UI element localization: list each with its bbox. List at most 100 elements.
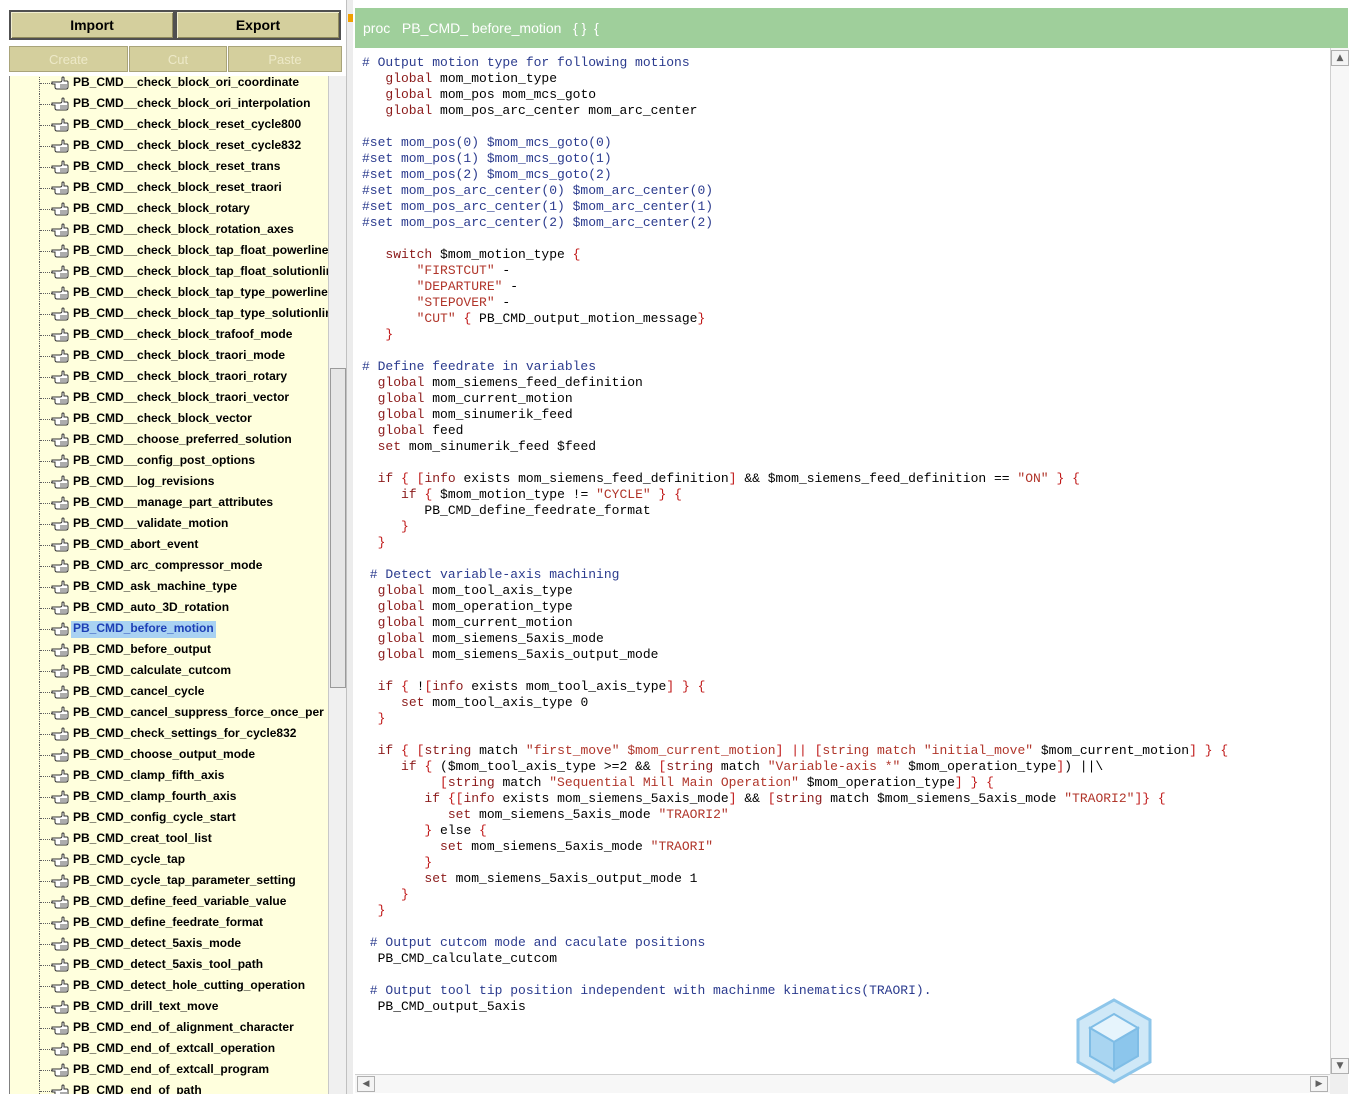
- tree-item[interactable]: PB_CMD__check_block_traori_mode: [10, 346, 329, 367]
- tree-item[interactable]: PB_CMD_end_of_path: [10, 1081, 329, 1094]
- tree-item[interactable]: PB_CMD_drill_text_move: [10, 997, 329, 1018]
- import-button[interactable]: Import: [9, 10, 175, 40]
- code-token: #set mom_pos_arc_center(2) $mom_arc_cent…: [362, 215, 714, 230]
- tree-item-label: PB_CMD__check_block_ori_coordinate: [73, 76, 300, 89]
- tree-item[interactable]: PB_CMD__check_block_ori_coordinate: [10, 76, 329, 94]
- panel-splitter[interactable]: [346, 0, 353, 1094]
- tree-item[interactable]: PB_CMD_auto_3D_rotation: [10, 598, 329, 619]
- editor-vertical-scrollbar[interactable]: ▲ ▼: [1330, 48, 1349, 1074]
- tree-item[interactable]: PB_CMD__check_block_trafoof_mode: [10, 325, 329, 346]
- tree-item[interactable]: PB_CMD_define_feed_variable_value: [10, 892, 329, 913]
- paste-button[interactable]: Paste: [228, 46, 342, 72]
- tree-item[interactable]: PB_CMD__check_block_reset_cycle832: [10, 136, 329, 157]
- code-token: # Detect variable-axis machining: [362, 567, 620, 582]
- tree-item[interactable]: PB_CMD_arc_compressor_mode: [10, 556, 329, 577]
- command-tree[interactable]: PB_CMD__check_block_ori_coordinate PB_CMD…: [9, 76, 329, 1094]
- tree-item[interactable]: PB_CMD__choose_preferred_solution: [10, 430, 329, 451]
- tree-item-label: PB_CMD_clamp_fourth_axis: [73, 789, 237, 803]
- tree-item[interactable]: PB_CMD_calculate_cutcom: [10, 661, 329, 682]
- tree-item[interactable]: PB_CMD__check_block_tap_float_powerline: [10, 241, 329, 262]
- pointing-hand-icon: [51, 958, 69, 972]
- code-line: global mom_sinumerik_feed: [362, 407, 1228, 423]
- code-token: "initial_move": [923, 743, 1034, 758]
- code-editor[interactable]: # Output motion type for following motio…: [355, 48, 1330, 1074]
- tree-item[interactable]: PB_CMD__manage_part_attributes: [10, 493, 329, 514]
- tree-item-label: PB_CMD__check_block_rotary: [73, 201, 250, 215]
- tree-item[interactable]: PB_CMD_detect_hole_cutting_operation: [10, 976, 329, 997]
- tree-item[interactable]: PB_CMD_config_cycle_start: [10, 808, 329, 829]
- code-token: && $mom_siemens_feed_definition ==: [736, 471, 1018, 486]
- tree-item[interactable]: PB_CMD_creat_tool_list: [10, 829, 329, 850]
- tree-item[interactable]: PB_CMD_choose_output_mode: [10, 745, 329, 766]
- tree-item[interactable]: PB_CMD_end_of_alignment_character: [10, 1018, 329, 1039]
- code-token: exists mom_siemens_feed_definition: [455, 471, 729, 486]
- pointing-hand-icon: [51, 979, 69, 993]
- tree-item[interactable]: PB_CMD_before_output: [10, 640, 329, 661]
- tree-item[interactable]: PB_CMD__check_block_tap_type_powerline: [10, 283, 329, 304]
- tree-item[interactable]: PB_CMD__check_block_vector: [10, 409, 329, 430]
- scroll-down-arrow-icon[interactable]: ▼: [1331, 1058, 1349, 1074]
- pointing-hand-icon: [51, 1063, 69, 1077]
- export-button[interactable]: Export: [175, 10, 341, 40]
- tree-item[interactable]: PB_CMD__check_block_tap_float_solutionli…: [10, 262, 329, 283]
- tree-item[interactable]: PB_CMD_before_motion: [10, 619, 329, 640]
- tree-item-label: PB_CMD_define_feed_variable_value: [73, 894, 287, 908]
- tree-item[interactable]: PB_CMD__check_block_traori_vector: [10, 388, 329, 409]
- tree-item[interactable]: PB_CMD__check_block_tap_type_solutionlin…: [10, 304, 329, 325]
- tree-item[interactable]: PB_CMD__check_block_traori_rotary: [10, 367, 329, 388]
- editor-horizontal-scrollbar[interactable]: ◀ ▶: [355, 1074, 1330, 1093]
- code-line: if {[info exists mom_siemens_5axis_mode]…: [362, 791, 1228, 807]
- code-line: [string match "Sequential Mill Main Oper…: [362, 775, 1228, 791]
- tree-item[interactable]: PB_CMD_end_of_extcall_operation: [10, 1039, 329, 1060]
- code-token: {: [1072, 471, 1080, 486]
- tree-item[interactable]: PB_CMD_end_of_extcall_program: [10, 1060, 329, 1081]
- tree-item[interactable]: PB_CMD__log_revisions: [10, 472, 329, 493]
- tree-item[interactable]: PB_CMD_ask_machine_type: [10, 577, 329, 598]
- tree-item[interactable]: PB_CMD_detect_5axis_mode: [10, 934, 329, 955]
- code-token: feed: [424, 423, 464, 438]
- tree-item[interactable]: PB_CMD__config_post_options: [10, 451, 329, 472]
- tree-item[interactable]: PB_CMD_define_feedrate_format: [10, 913, 329, 934]
- tree-item[interactable]: PB_CMD_detect_5axis_tool_path: [10, 955, 329, 976]
- tree-item[interactable]: PB_CMD__check_block_rotary: [10, 199, 329, 220]
- scroll-right-arrow-icon[interactable]: ▶: [1310, 1076, 1328, 1092]
- tree-item[interactable]: PB_CMD_abort_event: [10, 535, 329, 556]
- code-token: mom_siemens_5axis_output_mode: [424, 647, 659, 662]
- scroll-up-arrow-icon[interactable]: ▲: [1331, 50, 1349, 66]
- tree-item-label: PB_CMD__check_block_tap_type_solutionlin…: [73, 306, 329, 320]
- tree-item[interactable]: PB_CMD_clamp_fifth_axis: [10, 766, 329, 787]
- tree-item[interactable]: PB_CMD__check_block_rotation_axes: [10, 220, 329, 241]
- pointing-hand-icon: [51, 811, 69, 825]
- tree-item[interactable]: PB_CMD__check_block_reset_cycle800: [10, 115, 329, 136]
- pointing-hand-icon: [51, 622, 69, 636]
- tree-item[interactable]: PB_CMD_check_settings_for_cycle832: [10, 724, 329, 745]
- tree-item[interactable]: PB_CMD_cancel_cycle: [10, 682, 329, 703]
- code-token: mom_motion_type: [432, 71, 558, 86]
- tree-scrollbar[interactable]: [328, 76, 347, 1094]
- tree-item[interactable]: PB_CMD_cancel_suppress_force_once_per: [10, 703, 329, 724]
- tree-item[interactable]: PB_CMD__check_block_reset_trans: [10, 157, 329, 178]
- scroll-left-arrow-icon[interactable]: ◀: [357, 1076, 375, 1092]
- tree-item[interactable]: PB_CMD__validate_motion: [10, 514, 329, 535]
- create-button[interactable]: Create: [9, 46, 128, 72]
- tree-item[interactable]: PB_CMD_cycle_tap: [10, 850, 329, 871]
- tree-item-label: PB_CMD__check_block_tap_type_powerline: [73, 285, 328, 299]
- tree-item-label: PB_CMD__check_block_traori_mode: [73, 348, 286, 362]
- tree-item[interactable]: PB_CMD__check_block_reset_traori: [10, 178, 329, 199]
- cut-button[interactable]: Cut: [129, 46, 227, 72]
- tree-item[interactable]: PB_CMD_clamp_fourth_axis: [10, 787, 329, 808]
- pointing-hand-icon: [51, 559, 69, 573]
- tree-item[interactable]: PB_CMD_cycle_tap_parameter_setting: [10, 871, 329, 892]
- tree-item[interactable]: PB_CMD__check_block_ori_interpolation: [10, 94, 329, 115]
- pointing-hand-icon: [51, 601, 69, 615]
- tree-item-label: PB_CMD_cycle_tap: [73, 852, 186, 866]
- tree-scrollbar-thumb[interactable]: [330, 368, 346, 688]
- code-line: if { ($mom_tool_axis_type >=2 && [string…: [362, 759, 1228, 775]
